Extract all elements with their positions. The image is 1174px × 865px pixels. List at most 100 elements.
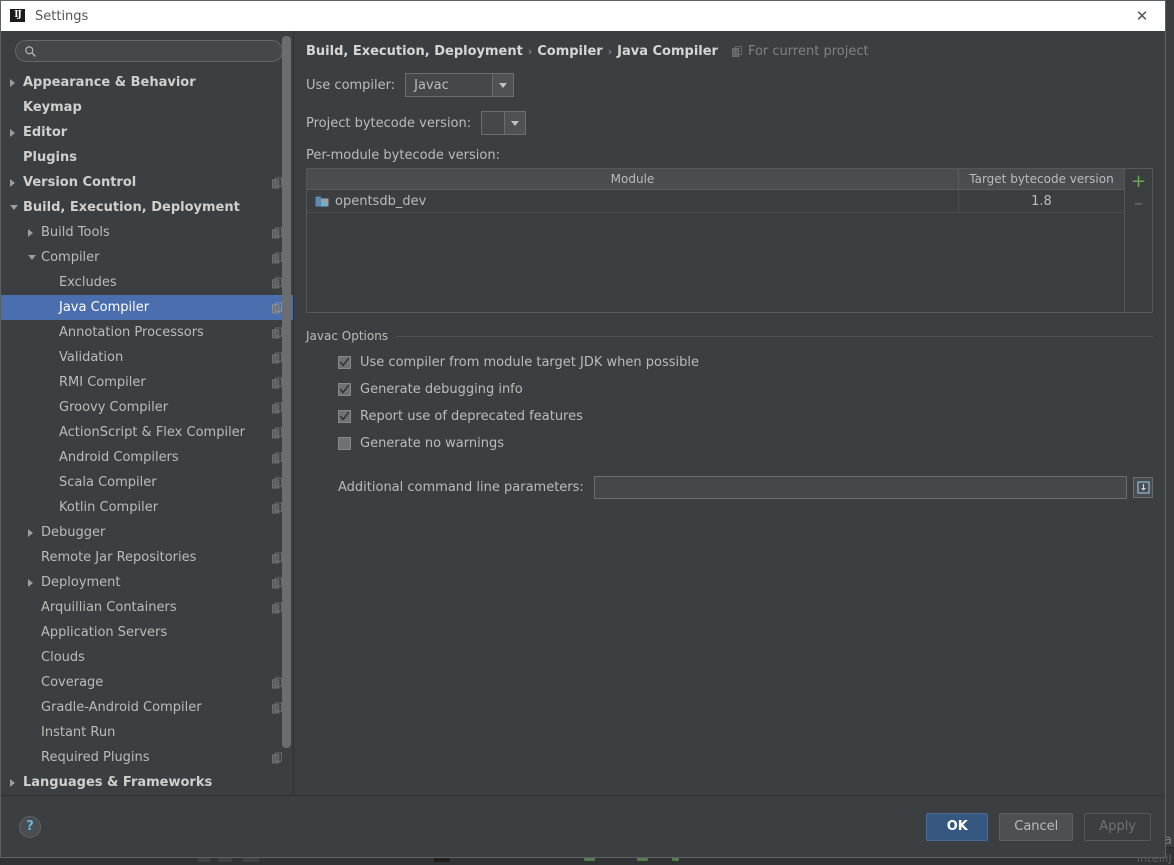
- sidebar-item-editor[interactable]: Editor: [1, 120, 293, 145]
- sidebar-item-application-servers[interactable]: Application Servers: [1, 620, 293, 645]
- use-compiler-row: Use compiler: Javac: [306, 73, 1153, 97]
- sidebar-item-languages-frameworks[interactable]: Languages & Frameworks: [1, 770, 293, 795]
- chevron-right-icon[interactable]: [10, 178, 15, 187]
- sidebar-item-annotation-processors[interactable]: Annotation Processors: [1, 320, 293, 345]
- help-button[interactable]: ?: [19, 815, 41, 838]
- fieldset-divider: [396, 335, 1153, 337]
- chevron-down-icon[interactable]: [28, 255, 36, 260]
- sidebar-item-label: Debugger: [41, 525, 106, 540]
- chevron-right-icon[interactable]: [28, 578, 33, 587]
- breadcrumb-item-compiler[interactable]: Compiler: [537, 44, 602, 59]
- sidebar-item-label: Gradle-Android Compiler: [41, 700, 202, 715]
- search-box[interactable]: [15, 40, 283, 62]
- checkbox-unchecked-icon[interactable]: [338, 437, 351, 450]
- breadcrumb-item-java-compiler[interactable]: Java Compiler: [617, 44, 718, 59]
- sidebar-item-scala-compiler[interactable]: Scala Compiler: [1, 470, 293, 495]
- chevron-down-icon[interactable]: [10, 205, 18, 210]
- sidebar-item-instant-run[interactable]: Instant Run: [1, 720, 293, 745]
- cell-module: opentsdb_dev: [307, 190, 959, 212]
- breadcrumb-separator: ›: [527, 45, 533, 58]
- sidebar-item-appearance-behavior[interactable]: Appearance & Behavior: [1, 70, 293, 95]
- sidebar-item-build-tools[interactable]: Build Tools: [1, 220, 293, 245]
- sidebar-scrollbar[interactable]: [282, 36, 291, 748]
- sidebar-item-required-plugins[interactable]: Required Plugins: [1, 745, 293, 770]
- sidebar-item-label: Required Plugins: [41, 750, 150, 765]
- checkbox-checked-icon[interactable]: [338, 356, 351, 369]
- sidebar-item-compiler[interactable]: Compiler: [1, 245, 293, 270]
- column-header-module[interactable]: Module: [307, 169, 959, 189]
- chevron-right-icon[interactable]: [28, 528, 33, 537]
- chevron-right-icon[interactable]: [10, 778, 15, 787]
- sidebar-item-plugins[interactable]: Plugins: [1, 145, 293, 170]
- cancel-button[interactable]: Cancel: [999, 812, 1074, 841]
- expand-editor-icon[interactable]: [1133, 477, 1153, 498]
- checkbox-checked-icon[interactable]: [338, 410, 351, 423]
- sidebar-item-android-compilers[interactable]: Android Compilers: [1, 445, 293, 470]
- close-icon[interactable]: ✕: [1119, 1, 1165, 31]
- sidebar-item-keymap[interactable]: Keymap: [1, 95, 293, 120]
- use-compiler-value: Javac: [406, 74, 493, 96]
- sidebar-item-excludes[interactable]: Excludes: [1, 270, 293, 295]
- additional-parameters-input[interactable]: [593, 476, 1127, 499]
- table-row[interactable]: opentsdb_dev 1.8: [307, 190, 1124, 213]
- table-header-row: Module Target bytecode version: [307, 169, 1124, 190]
- use-compiler-dropdown[interactable]: Javac: [405, 73, 515, 97]
- chevron-right-icon[interactable]: [10, 78, 15, 87]
- project-scope-indicator: For current project: [732, 44, 869, 59]
- sidebar-item-arquillian-containers[interactable]: Arquillian Containers: [1, 595, 293, 620]
- javac-option-row[interactable]: Generate debugging info: [338, 382, 1153, 397]
- cell-module-name: opentsdb_dev: [335, 193, 427, 209]
- sidebar-item-actionscript-flex-compiler[interactable]: ActionScript & Flex Compiler: [1, 420, 293, 445]
- intellij-logo-icon: IJ: [10, 8, 25, 24]
- per-module-table-container: Module Target bytecode version opentsdb_…: [306, 168, 1153, 313]
- sidebar-item-coverage[interactable]: Coverage: [1, 670, 293, 695]
- add-module-button[interactable]: +: [1127, 171, 1151, 193]
- dialog-title: Settings: [35, 8, 89, 24]
- project-scope-icon: [732, 46, 742, 57]
- sidebar-item-deployment[interactable]: Deployment: [1, 570, 293, 595]
- sidebar-item-java-compiler[interactable]: Java Compiler: [1, 295, 293, 320]
- sidebar-item-build-execution-deployment[interactable]: Build, Execution, Deployment: [1, 195, 293, 220]
- apply-button[interactable]: Apply: [1084, 812, 1151, 841]
- remove-module-button[interactable]: –: [1127, 193, 1151, 215]
- use-compiler-label: Use compiler:: [306, 77, 396, 93]
- sidebar-item-label: Scala Compiler: [59, 475, 157, 490]
- module-icon: [315, 196, 329, 206]
- per-module-bytecode-label: Per-module bytecode version:: [306, 148, 500, 163]
- sidebar-item-label: Kotlin Compiler: [59, 500, 159, 515]
- javac-option-label: Report use of deprecated features: [360, 409, 583, 424]
- javac-options-fieldset: Javac Options Use compiler from module t…: [306, 329, 1153, 499]
- chevron-right-icon[interactable]: [28, 228, 33, 237]
- javac-option-row[interactable]: Generate no warnings: [338, 436, 1153, 451]
- sidebar-item-debugger[interactable]: Debugger: [1, 520, 293, 545]
- project-bytecode-label: Project bytecode version:: [306, 115, 472, 131]
- sidebar-item-label: Plugins: [23, 150, 77, 165]
- search-container: [1, 31, 293, 68]
- project-scope-icon: [272, 752, 282, 763]
- sidebar-item-remote-jar-repositories[interactable]: Remote Jar Repositories: [1, 545, 293, 570]
- search-input[interactable]: [42, 43, 274, 59]
- sidebar-item-label: Coverage: [41, 675, 104, 690]
- breadcrumb-item-build[interactable]: Build, Execution, Deployment: [306, 44, 523, 59]
- chevron-right-icon[interactable]: [10, 128, 15, 137]
- checkbox-checked-icon[interactable]: [338, 383, 351, 396]
- sidebar-item-label: Android Compilers: [59, 450, 179, 465]
- javac-option-row[interactable]: Use compiler from module target JDK when…: [338, 355, 1153, 370]
- sidebar-item-rmi-compiler[interactable]: RMI Compiler: [1, 370, 293, 395]
- cell-target-bytecode-version[interactable]: 1.8: [959, 190, 1124, 212]
- sidebar-item-kotlin-compiler[interactable]: Kotlin Compiler: [1, 495, 293, 520]
- breadcrumb-separator: ›: [607, 45, 613, 58]
- ok-button[interactable]: OK: [926, 812, 989, 841]
- chevron-down-icon[interactable]: [504, 112, 526, 134]
- column-header-target-bytecode-version[interactable]: Target bytecode version: [959, 169, 1124, 189]
- sidebar-item-clouds[interactable]: Clouds: [1, 645, 293, 670]
- sidebar-item-label: Application Servers: [41, 625, 168, 640]
- sidebar-item-groovy-compiler[interactable]: Groovy Compiler: [1, 395, 293, 420]
- project-bytecode-dropdown[interactable]: [481, 111, 527, 135]
- sidebar-item-version-control[interactable]: Version Control: [1, 170, 293, 195]
- javac-option-row[interactable]: Report use of deprecated features: [338, 409, 1153, 424]
- chevron-down-icon[interactable]: [492, 74, 514, 96]
- javac-option-label: Use compiler from module target JDK when…: [360, 355, 699, 370]
- sidebar-item-gradle-android-compiler[interactable]: Gradle-Android Compiler: [1, 695, 293, 720]
- sidebar-item-validation[interactable]: Validation: [1, 345, 293, 370]
